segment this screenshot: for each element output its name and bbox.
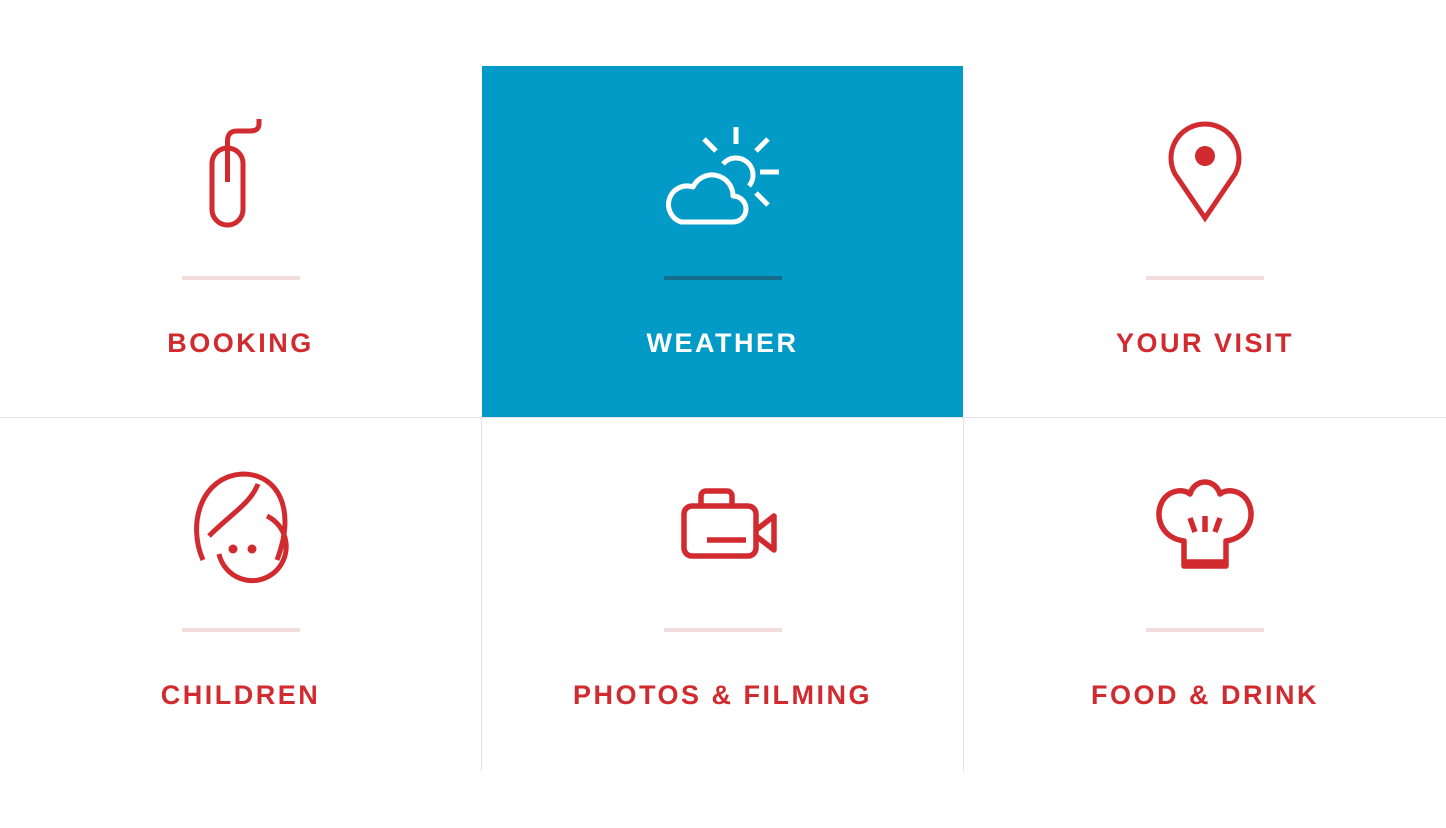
tile-divider: [1146, 276, 1264, 280]
child-face-icon: [181, 466, 301, 586]
tile-label: YOUR VISIT: [1115, 328, 1295, 358]
tile-label: BOOKING: [167, 328, 314, 358]
tile-divider: [181, 628, 300, 632]
tile-divider: [181, 276, 300, 280]
tile-divider: [1146, 628, 1264, 632]
mouse-icon: [181, 114, 301, 234]
tile-divider: [663, 628, 782, 632]
tile-food-drink[interactable]: FOOD & DRINK: [964, 418, 1446, 771]
tile-label: WEATHER: [646, 328, 799, 358]
tile-divider: [663, 276, 782, 280]
menu-grid: BOOKING WEATHER YOUR VISIT CHILDREN PHOT…: [0, 66, 1446, 771]
video-camera-icon: [663, 466, 783, 586]
tile-label: CHILDREN: [160, 680, 321, 710]
sun-cloud-icon: [663, 114, 783, 234]
grid-divider-horizontal: [0, 417, 1446, 418]
grid-divider-vertical-right: [963, 418, 964, 771]
tile-label: PHOTOS & FILMING: [572, 680, 872, 710]
tile-booking[interactable]: BOOKING: [0, 66, 481, 418]
map-pin-icon: [1145, 114, 1265, 234]
grid-divider-vertical-left: [481, 418, 482, 771]
chef-hat-icon: [1145, 466, 1265, 586]
tile-children[interactable]: CHILDREN: [0, 418, 481, 771]
tile-photos-filming[interactable]: PHOTOS & FILMING: [482, 418, 963, 771]
tile-weather[interactable]: WEATHER: [482, 66, 963, 418]
tile-label: FOOD & DRINK: [1091, 680, 1319, 710]
tile-your-visit[interactable]: YOUR VISIT: [964, 66, 1446, 418]
